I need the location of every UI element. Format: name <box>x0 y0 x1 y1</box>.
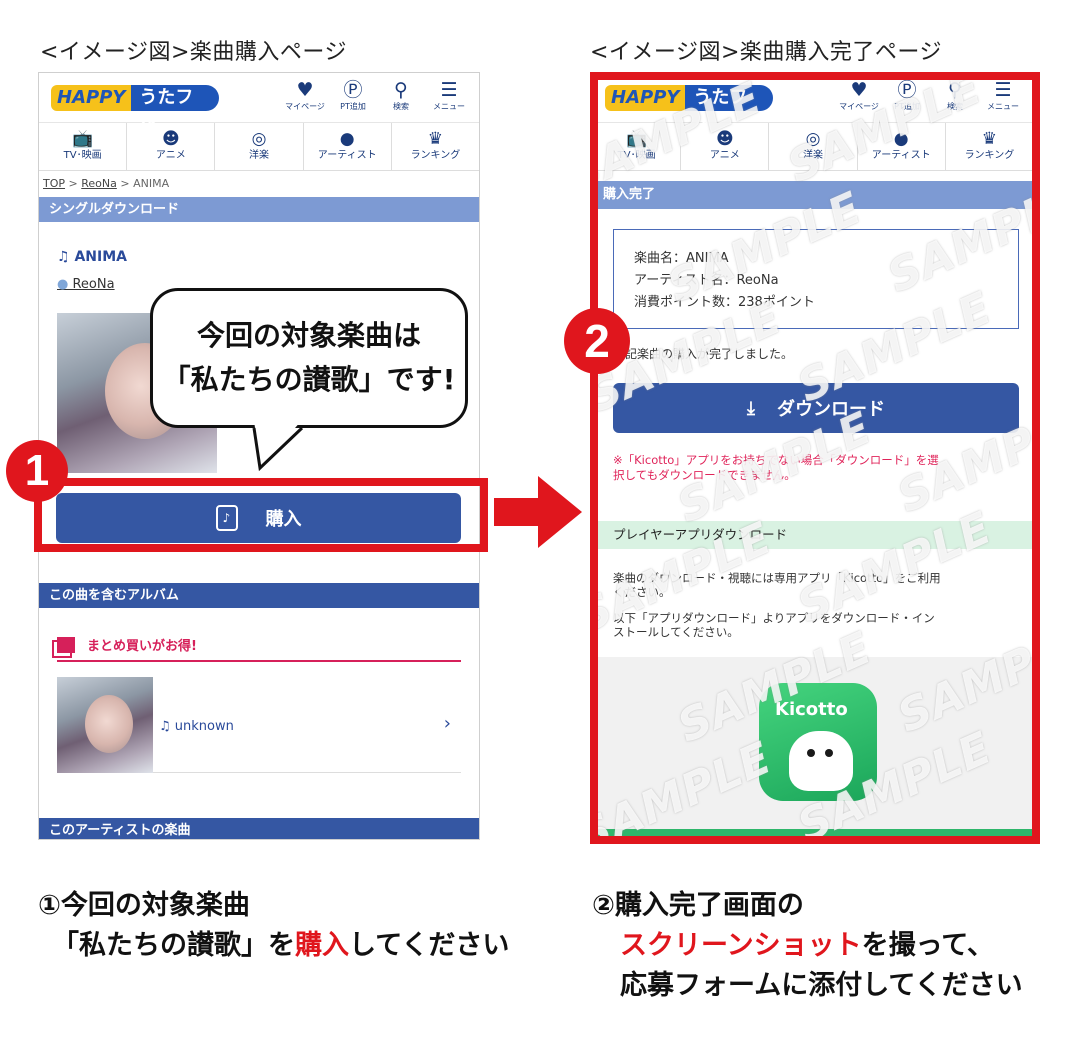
highlight-frame-screenshot <box>590 72 1040 844</box>
mypage-button[interactable]: ♥ マイページ <box>283 79 327 113</box>
album-row[interactable]: ♫ unknown › <box>57 677 461 773</box>
step-badge-2: 2 <box>564 308 630 374</box>
instruction-step-1: ①今回の対象楽曲 「私たちの讃歌」を購入してください <box>38 890 510 961</box>
search-button[interactable]: ⚲ 検索 <box>379 79 423 113</box>
bulk-buy-link[interactable]: まとめ買いがお得! <box>57 635 197 654</box>
artist-link[interactable]: ● ReoNa <box>57 277 115 292</box>
right-panel-caption: <イメージ図>楽曲購入完了ページ <box>590 40 942 65</box>
person-icon: ● <box>339 129 355 149</box>
album-cover <box>57 677 153 773</box>
breadcrumb-top-link[interactable]: TOP <box>43 177 65 190</box>
heart-icon: ♥ <box>296 79 314 101</box>
step-badge-1: 1 <box>6 440 68 502</box>
divider <box>57 660 461 662</box>
logo-happy: HAPPY <box>51 85 132 111</box>
left-panel-caption: <イメージ図>楽曲購入ページ <box>40 40 347 65</box>
highlight-frame-buy <box>34 478 488 552</box>
search-icon: ⚲ <box>394 79 408 101</box>
section-single-download: シングルダウンロード <box>39 197 479 222</box>
section-artist-songs: このアーティストの楽曲 <box>39 818 479 839</box>
chevron-right-icon: › <box>443 713 451 734</box>
category-nav: 📺 TV･映画 ☻ アニメ ◎ 洋楽 ● アーティスト ♛ ランキング <box>39 123 479 171</box>
crown-icon: ♛ <box>427 129 444 149</box>
arrow-right-icon <box>494 476 582 548</box>
add-points-button[interactable]: Ⓟ PT追加 <box>331 79 375 113</box>
smile-icon: ☻ <box>161 129 180 149</box>
points-icon: Ⓟ <box>343 79 363 101</box>
breadcrumb-current: ANIMA <box>133 177 170 190</box>
tv-icon: 📺 <box>72 129 94 149</box>
bubble-tail <box>252 420 304 472</box>
callout-bubble: 今回の対象楽曲は 「私たちの讃歌」です! <box>150 288 468 428</box>
section-album: この曲を含むアルバム <box>39 583 479 608</box>
music-note-icon: ♫ <box>57 249 75 265</box>
breadcrumb: TOP > ReoNa > ANIMA <box>43 177 170 190</box>
menu-button[interactable]: ☰ メニュー <box>427 79 471 113</box>
stack-icon <box>57 636 75 653</box>
breadcrumb-artist-link[interactable]: ReoNa <box>81 177 117 190</box>
album-title: ♫ unknown <box>159 719 234 734</box>
instruction-step-2: ②購入完了画面の スクリーンショットを撮って、 応募フォームに添付してください <box>592 890 1023 1001</box>
site-logo[interactable]: HAPPY うたフル <box>51 83 219 130</box>
person-icon: ● <box>57 277 73 292</box>
site-header: HAPPY うたフル ♥ マイページ Ⓟ PT追加 ⚲ 検索 ☰ メニュー <box>39 73 479 130</box>
music-note-icon: ♫ <box>159 719 175 734</box>
disc-icon: ◎ <box>251 129 267 149</box>
nav-ranking[interactable]: ♛ ランキング <box>392 123 479 170</box>
menu-icon: ☰ <box>440 79 458 101</box>
nav-tv[interactable]: 📺 TV･映画 <box>39 123 128 170</box>
song-title: ♫ ANIMA <box>57 249 127 265</box>
nav-artist[interactable]: ● アーティスト <box>304 123 392 170</box>
logo-utafuru: うたフル <box>131 85 219 130</box>
nav-western[interactable]: ◎ 洋楽 <box>215 123 304 170</box>
